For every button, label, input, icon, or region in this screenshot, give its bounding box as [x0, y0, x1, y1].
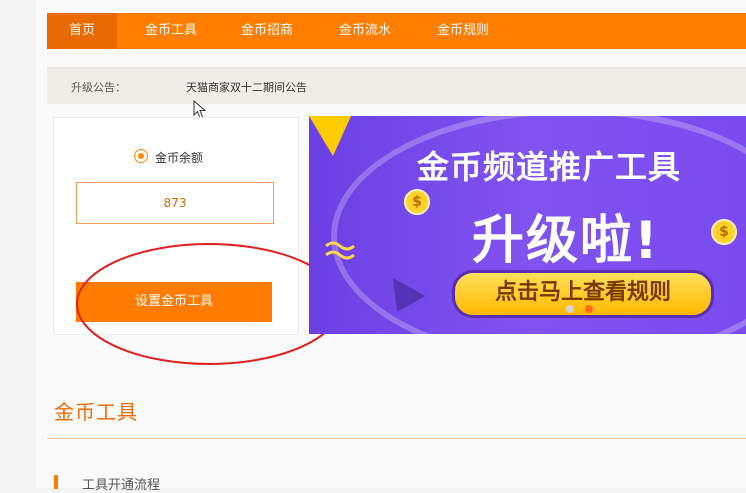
nav-item-coin-flow[interactable]: 金币流水 — [325, 13, 405, 49]
carousel-dot-active[interactable] — [585, 305, 593, 313]
nav-item-coin-recruit[interactable]: 金币招商 — [227, 13, 307, 49]
banner-corner-shape-icon — [309, 116, 351, 156]
banner-wave-icon — [325, 241, 355, 260]
subsection-title: 工具开通流程 — [82, 478, 161, 493]
promo-banner[interactable]: $ $ 金币频道推广工具 升级啦! 点击马上查看规则 — [309, 116, 746, 334]
balance-radio-label: 金币余额 — [155, 151, 204, 165]
notice-bar: 升级公告： 天猫商家双十二期间公告 — [47, 67, 746, 104]
banner-headline: 升级啦! — [472, 211, 660, 271]
coin-icon: $ — [711, 219, 737, 245]
carousel-dot[interactable] — [566, 305, 574, 313]
nav-item-coin-tools[interactable]: 金币工具 — [131, 13, 211, 49]
banner-triangle-icon — [393, 278, 425, 312]
coin-icon: $ — [404, 189, 430, 215]
top-nav: 首页 金币工具 金币招商 金币流水 金币规则 — [47, 13, 746, 49]
nav-item-home[interactable]: 首页 — [47, 13, 117, 49]
banner-rules-button[interactable]: 点击马上查看规则 — [452, 270, 714, 318]
section-title: 金币工具 — [54, 400, 138, 424]
section-divider — [47, 438, 746, 439]
subsection-marker — [54, 475, 58, 489]
notice-label: 升级公告： — [71, 81, 126, 94]
page: 首页 金币工具 金币招商 金币流水 金币规则 升级公告： 天猫商家双十二期间公告… — [0, 0, 746, 493]
annotation-circle — [76, 243, 342, 365]
banner-title: 金币频道推广工具 — [417, 148, 682, 186]
balance-amount: 873 — [76, 182, 274, 224]
balance-radio[interactable] — [134, 149, 148, 163]
nav-item-coin-rules[interactable]: 金币规则 — [423, 13, 503, 49]
notice-link[interactable]: 天猫商家双十二期间公告 — [186, 79, 307, 95]
